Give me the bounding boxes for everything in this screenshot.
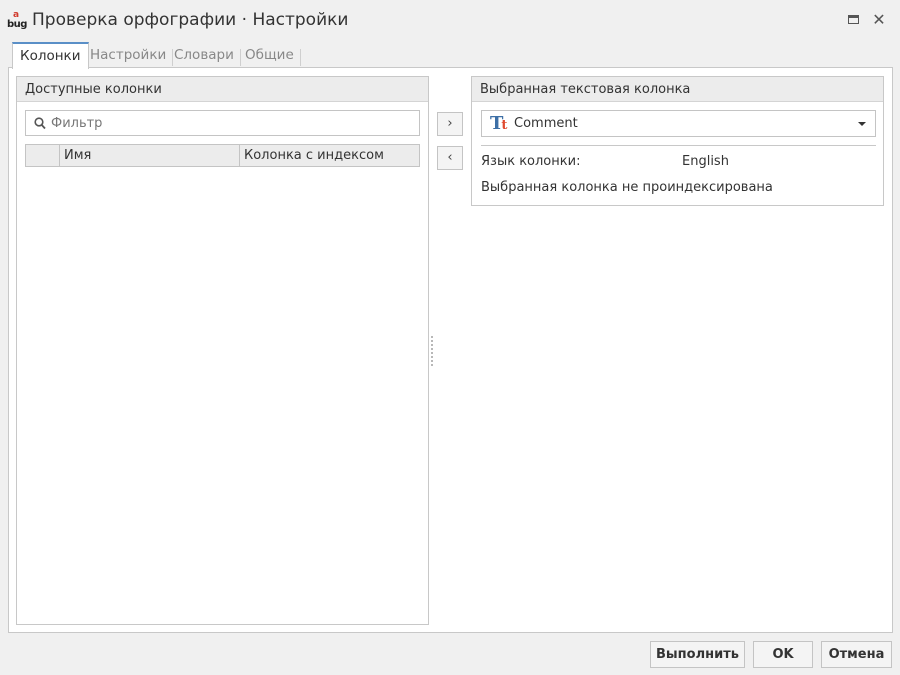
bug-app-icon: a bug <box>7 10 27 31</box>
selected-column-title: Выбранная текстовая колонка <box>472 77 883 102</box>
tab-settings[interactable]: Настройки <box>83 42 174 68</box>
filter-box[interactable] <box>25 110 420 136</box>
close-icon[interactable]: ✕ <box>871 12 887 28</box>
cancel-button[interactable]: Отмена <box>821 641 892 668</box>
available-columns-title: Доступные колонки <box>17 77 428 102</box>
splitter-handle[interactable] <box>431 336 434 366</box>
divider <box>481 145 876 146</box>
columns-grid-header: Имя Колонка с индексом <box>25 144 420 167</box>
index-status-text: Выбранная колонка не проиндексирована <box>481 180 773 195</box>
chevron-down-icon[interactable] <box>858 122 866 126</box>
language-value: English <box>682 154 729 169</box>
search-icon <box>34 117 46 130</box>
tab-general[interactable]: Общие <box>238 42 301 68</box>
available-columns-panel: Доступные колонки Имя Колонка с индексом <box>16 76 429 625</box>
text-type-icon: Tt <box>490 113 508 134</box>
title-bar: a bug Проверка орфографии · Настройки ✕ <box>0 0 900 42</box>
grid-header-indexed[interactable]: Колонка с индексом <box>240 145 419 166</box>
tab-dictionaries[interactable]: Словари <box>167 42 241 68</box>
add-column-button[interactable]: › <box>437 112 463 136</box>
maximize-icon[interactable] <box>845 12 861 28</box>
filter-input[interactable] <box>51 113 411 133</box>
language-label: Язык колонки: <box>481 154 581 169</box>
selected-column-panel: Выбранная текстовая колонка Tt Comment Я… <box>471 76 884 206</box>
tab-columns[interactable]: Колонки <box>12 42 89 69</box>
grid-header-select[interactable] <box>26 145 60 166</box>
ok-button[interactable]: OK <box>753 641 813 668</box>
run-button[interactable]: Выполнить <box>650 641 745 668</box>
selected-column-dropdown[interactable]: Tt Comment <box>481 110 876 137</box>
remove-column-button[interactable]: ‹ <box>437 146 463 170</box>
grid-header-name[interactable]: Имя <box>60 145 240 166</box>
selected-column-value: Comment <box>514 116 578 131</box>
tab-bar: Колонки Настройки Словари Общие <box>12 42 892 69</box>
window-title: Проверка орфографии · Настройки <box>32 10 349 30</box>
